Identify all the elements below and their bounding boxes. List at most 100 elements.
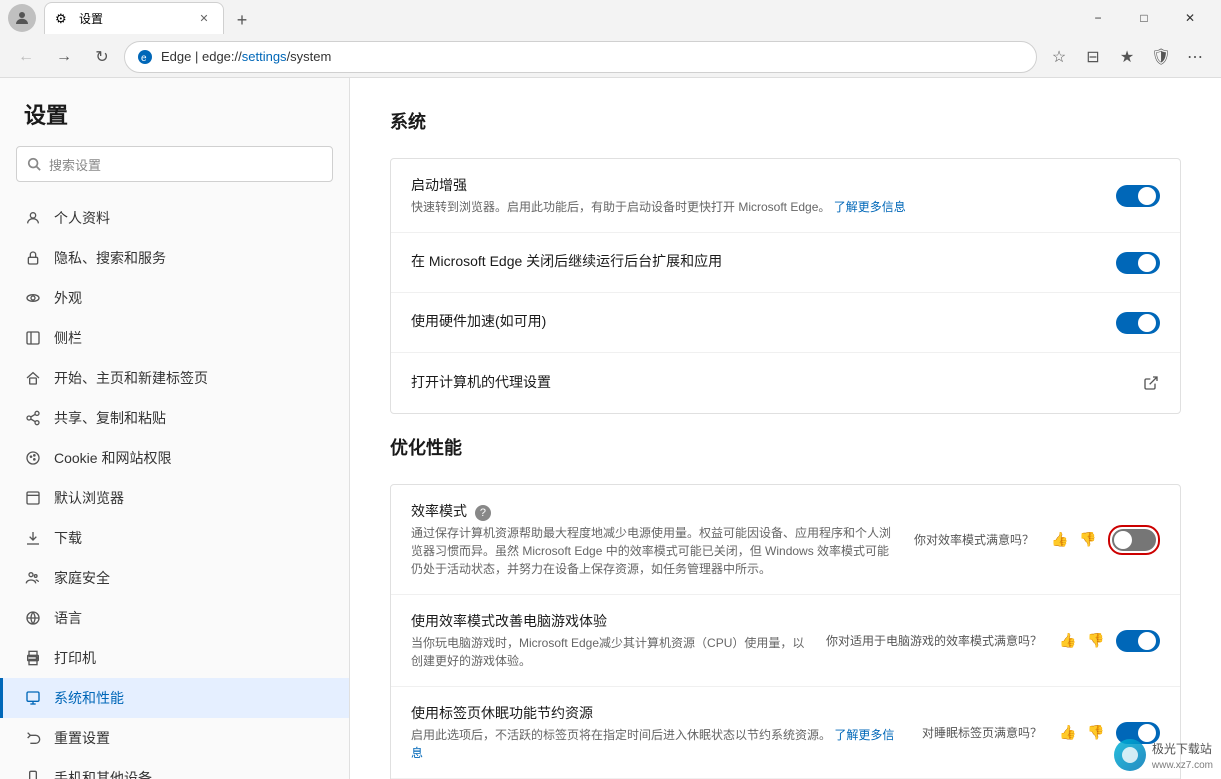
game-performance-info: 使用效率模式改善电脑游戏体验 当你玩电脑游戏时，Microsoft Edge减少… bbox=[411, 611, 810, 670]
sidebar-item-appearance[interactable]: 外观 bbox=[0, 278, 349, 318]
sidebar-item-browser[interactable]: 默认浏览器 bbox=[0, 478, 349, 518]
sidebar-item-reset[interactable]: 重置设置 bbox=[0, 718, 349, 758]
collections-button[interactable]: ★ bbox=[1111, 41, 1143, 73]
nav-bar: ← → ↻ e Edge | edge://settings/system ☆ … bbox=[0, 36, 1221, 78]
close-button[interactable]: ✕ bbox=[1167, 2, 1213, 34]
startup-boost-control bbox=[1116, 185, 1160, 207]
efficiency-mode-row: 效率模式 ? 通过保存计算机资源帮助最大程度地减少电源使用量。权益可能因设备、应… bbox=[391, 485, 1180, 595]
sidebar-item-share[interactable]: 共享、复制和粘贴 bbox=[0, 398, 349, 438]
search-settings-box[interactable]: 搜索设置 bbox=[16, 146, 333, 182]
sidebar-label-cookies: Cookie 和网站权限 bbox=[54, 448, 171, 468]
game-performance-desc: 当你玩电脑游戏时，Microsoft Edge减少其计算机资源（CPU）使用量，… bbox=[411, 634, 810, 670]
tab-favicon: ⚙ bbox=[55, 11, 71, 27]
watermark-text: 极光下载站www.xz7.com bbox=[1152, 740, 1213, 771]
performance-section-title: 优化性能 bbox=[390, 434, 1181, 468]
background-apps-toggle[interactable] bbox=[1116, 252, 1160, 274]
game-rating-btns: 👍 👎 bbox=[1056, 629, 1108, 653]
sidebar-item-printer[interactable]: 打印机 bbox=[0, 638, 349, 678]
efficiency-question-badge[interactable]: ? bbox=[475, 505, 491, 521]
settings-tab[interactable]: ⚙ 设置 ✕ bbox=[44, 2, 224, 34]
window-controls: − □ ✕ bbox=[1075, 2, 1213, 34]
more-button[interactable]: ⋯ bbox=[1179, 41, 1211, 73]
startup-boost-label: 启动增强 bbox=[411, 175, 1100, 195]
sidebar-item-profile[interactable]: 个人资料 bbox=[0, 198, 349, 238]
sidebar-item-privacy[interactable]: 隐私、搜索和服务 bbox=[0, 238, 349, 278]
sleeping-tabs-info: 使用标签页休眠功能节约资源 启用此选项后，不活跃的标签页将在指定时间后进入休眠状… bbox=[411, 703, 906, 762]
hardware-accel-row: 使用硬件加速(如可用) bbox=[391, 293, 1180, 353]
efficiency-thumbdown-button[interactable]: 👎 bbox=[1076, 528, 1100, 552]
family-icon bbox=[24, 569, 42, 587]
system-icon bbox=[24, 689, 42, 707]
game-performance-row: 使用效率模式改善电脑游戏体验 当你玩电脑游戏时，Microsoft Edge减少… bbox=[391, 595, 1180, 687]
efficiency-mode-toggle[interactable] bbox=[1112, 529, 1156, 551]
reset-icon bbox=[24, 729, 42, 747]
sidebar: 设置 搜索设置 个人资料 隐私、搜索和服务 bbox=[0, 78, 350, 779]
back-button[interactable]: ← bbox=[10, 41, 42, 73]
favorites-button[interactable]: ☆ bbox=[1043, 41, 1075, 73]
proxy-control bbox=[1142, 374, 1160, 392]
game-thumbup-button[interactable]: 👍 bbox=[1056, 629, 1080, 653]
startup-boost-row: 启动增强 快速转到浏览器。启用此功能后，有助于启动设备时更快打开 Microso… bbox=[391, 159, 1180, 233]
watermark: 极光下载站www.xz7.com bbox=[1114, 739, 1213, 771]
cookie-icon bbox=[24, 449, 42, 467]
proxy-label: 打开计算机的代理设置 bbox=[411, 372, 1126, 392]
new-tab-button[interactable]: + bbox=[228, 6, 256, 34]
sidebar-item-family[interactable]: 家庭安全 bbox=[0, 558, 349, 598]
address-brand: Edge bbox=[161, 49, 191, 64]
tab-close-button[interactable]: ✕ bbox=[195, 10, 213, 28]
sidebar-item-system[interactable]: 系统和性能 bbox=[0, 678, 349, 718]
address-path: /system bbox=[287, 49, 332, 64]
forward-button[interactable]: → bbox=[48, 41, 80, 73]
sidebar-label-mobile: 手机和其他设备 bbox=[54, 768, 152, 779]
proxy-info: 打开计算机的代理设置 bbox=[411, 372, 1126, 395]
performance-settings-card: 效率模式 ? 通过保存计算机资源帮助最大程度地减少电源使用量。权益可能因设备、应… bbox=[390, 484, 1181, 779]
sidebar-label-newtab: 开始、主页和新建标签页 bbox=[54, 368, 208, 388]
game-performance-toggle[interactable] bbox=[1116, 630, 1160, 652]
hardware-accel-control bbox=[1116, 312, 1160, 334]
background-apps-info: 在 Microsoft Edge 关闭后继续运行后台扩展和应用 bbox=[411, 251, 1100, 274]
sidebar-item-cookies[interactable]: Cookie 和网站权限 bbox=[0, 438, 349, 478]
address-bar[interactable]: e Edge | edge://settings/system bbox=[124, 41, 1037, 73]
sidebar-label-appearance: 外观 bbox=[54, 288, 82, 308]
mobile-icon bbox=[24, 769, 42, 779]
efficiency-rating-btns: 👍 👎 bbox=[1048, 528, 1100, 552]
split-screen-button[interactable]: ⊟ bbox=[1077, 41, 1109, 73]
sidebar-item-language[interactable]: 语言 bbox=[0, 598, 349, 638]
browser-window: ⚙ 设置 ✕ + − □ ✕ ← → ↻ e Edge | edge://set… bbox=[0, 0, 1221, 779]
sidebar-item-mobile[interactable]: 手机和其他设备 bbox=[0, 758, 349, 779]
sleeping-rating-btns: 👍 👎 bbox=[1056, 721, 1108, 745]
hardware-accel-toggle[interactable] bbox=[1116, 312, 1160, 334]
sleeping-thumbdown-button[interactable]: 👎 bbox=[1084, 721, 1108, 745]
startup-boost-desc: 快速转到浏览器。启用此功能后，有助于启动设备时更快打开 Microsoft Ed… bbox=[411, 198, 1100, 216]
startup-boost-toggle[interactable] bbox=[1116, 185, 1160, 207]
minimize-button[interactable]: − bbox=[1075, 2, 1121, 34]
address-sep: | bbox=[191, 49, 202, 64]
browser-essentials-button[interactable]: 🛡 bbox=[1145, 41, 1177, 73]
sidebar-icon bbox=[24, 329, 42, 347]
efficiency-mode-control: 你对效率模式满意吗？ 👍 👎 bbox=[914, 525, 1160, 555]
search-icon bbox=[27, 157, 41, 171]
sleeping-tabs-label: 使用标签页休眠功能节约资源 bbox=[411, 703, 906, 723]
sidebar-label-language: 语言 bbox=[54, 608, 82, 628]
sidebar-item-newtab[interactable]: 开始、主页和新建标签页 bbox=[0, 358, 349, 398]
refresh-button[interactable]: ↻ bbox=[86, 41, 118, 73]
game-thumbdown-button[interactable]: 👎 bbox=[1084, 629, 1108, 653]
sleeping-tabs-row: 使用标签页休眠功能节约资源 启用此选项后，不活跃的标签页将在指定时间后进入休眠状… bbox=[391, 687, 1180, 779]
sleeping-thumbup-button[interactable]: 👍 bbox=[1056, 721, 1080, 745]
efficiency-mode-info: 效率模式 ? 通过保存计算机资源帮助最大程度地减少电源使用量。权益可能因设备、应… bbox=[411, 501, 898, 578]
language-icon bbox=[24, 609, 42, 627]
sidebar-label-download: 下载 bbox=[54, 528, 82, 548]
sidebar-item-sidebar[interactable]: 侧栏 bbox=[0, 318, 349, 358]
sidebar-item-download[interactable]: 下载 bbox=[0, 518, 349, 558]
restore-button[interactable]: □ bbox=[1121, 2, 1167, 34]
startup-boost-link[interactable]: 了解更多信息 bbox=[834, 200, 906, 214]
background-apps-control bbox=[1116, 252, 1160, 274]
tab-bar: ⚙ 设置 ✕ + bbox=[44, 2, 256, 34]
sidebar-label-privacy: 隐私、搜索和服务 bbox=[54, 248, 166, 268]
profile-icon[interactable] bbox=[8, 4, 36, 32]
system-settings-card: 启动增强 快速转到浏览器。启用此功能后，有助于启动设备时更快打开 Microso… bbox=[390, 158, 1181, 414]
background-apps-row: 在 Microsoft Edge 关闭后继续运行后台扩展和应用 bbox=[391, 233, 1180, 293]
home-icon bbox=[24, 369, 42, 387]
external-link-icon[interactable] bbox=[1142, 374, 1160, 392]
efficiency-thumbup-button[interactable]: 👍 bbox=[1048, 528, 1072, 552]
